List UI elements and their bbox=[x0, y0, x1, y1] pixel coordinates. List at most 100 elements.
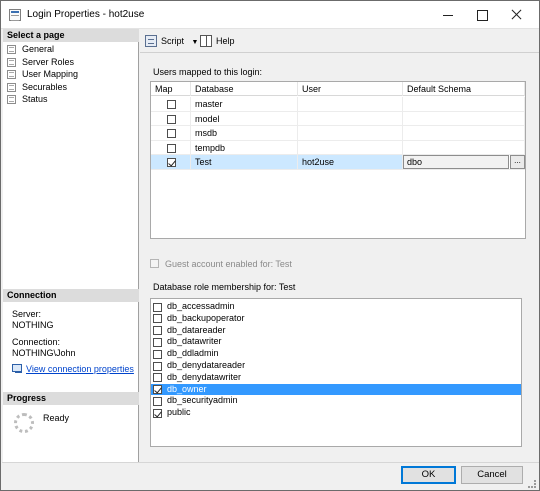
database-cell: msdb bbox=[191, 126, 298, 140]
help-button[interactable]: Help bbox=[200, 33, 235, 49]
view-connection-properties-row: View connection properties bbox=[12, 363, 134, 375]
role-label: public bbox=[167, 407, 191, 418]
grid-row-msdb[interactable]: msdb bbox=[151, 126, 525, 141]
database-cell: model bbox=[191, 111, 298, 126]
map-checkbox[interactable] bbox=[167, 158, 176, 167]
page-item-label: Securables bbox=[22, 81, 68, 92]
select-a-page-header: Select a page bbox=[3, 29, 139, 42]
database-cell: Test bbox=[191, 155, 298, 169]
role-item-public[interactable]: public bbox=[151, 407, 521, 419]
role-item-db-owner[interactable]: db_owner bbox=[151, 383, 521, 396]
maximize-button[interactable] bbox=[465, 1, 499, 29]
role-membership-label: Database role membership for: Test bbox=[153, 282, 296, 292]
guest-account-checkbox[interactable] bbox=[150, 259, 159, 268]
role-checkbox[interactable] bbox=[153, 326, 162, 336]
schema-cell[interactable] bbox=[403, 97, 525, 111]
role-item-db-datawriter[interactable]: db_datawriter bbox=[151, 336, 521, 348]
role-checkbox[interactable] bbox=[153, 396, 162, 406]
role-checkbox[interactable] bbox=[153, 385, 162, 395]
map-checkbox[interactable] bbox=[167, 143, 176, 153]
user-cell[interactable] bbox=[298, 126, 403, 140]
column-header-user: User bbox=[298, 82, 403, 96]
map-checkbox[interactable] bbox=[167, 114, 176, 124]
grid-row-model[interactable]: model bbox=[151, 111, 525, 126]
role-checkbox[interactable] bbox=[153, 373, 162, 383]
role-item-db-accessadmin[interactable]: db_accessadmin bbox=[151, 301, 521, 313]
role-label: db_denydatawriter bbox=[167, 371, 242, 382]
page-icon bbox=[7, 82, 16, 92]
login-properties-dialog: Login Properties - hot2use Select a page… bbox=[0, 0, 540, 491]
role-item-db-denydatawriter[interactable]: db_denydatawriter bbox=[151, 372, 521, 384]
page-item-general[interactable]: General bbox=[7, 43, 78, 56]
user-cell[interactable] bbox=[298, 111, 403, 126]
role-item-db-ddladmin[interactable]: db_ddladmin bbox=[151, 348, 521, 360]
script-button[interactable]: Script ▼ bbox=[145, 33, 198, 49]
page-icon bbox=[7, 70, 16, 79]
role-label: db_securityadmin bbox=[167, 395, 238, 406]
column-header-default-schema: Default Schema bbox=[403, 82, 525, 96]
role-checkbox[interactable] bbox=[153, 302, 162, 312]
role-label: db_backupoperator bbox=[167, 312, 245, 323]
role-item-db-securityadmin[interactable]: db_securityadmin bbox=[151, 395, 521, 407]
grid-row-test[interactable]: Test hot2use dbo ... bbox=[151, 155, 525, 170]
script-label: Script bbox=[161, 36, 185, 46]
close-button[interactable] bbox=[499, 1, 533, 29]
map-checkbox[interactable] bbox=[167, 100, 176, 109]
page-item-server-roles[interactable]: Server Roles bbox=[7, 56, 78, 69]
page-icon bbox=[7, 45, 16, 54]
schema-cell[interactable] bbox=[403, 111, 525, 126]
default-schema-field[interactable]: dbo bbox=[403, 155, 509, 169]
map-cell bbox=[151, 111, 191, 126]
role-label: db_ddladmin bbox=[167, 348, 219, 359]
role-item-db-datareader[interactable]: db_datareader bbox=[151, 325, 521, 337]
database-cell: tempdb bbox=[191, 140, 298, 155]
page-item-user-mapping[interactable]: User Mapping bbox=[7, 68, 78, 81]
role-label: db_datawriter bbox=[167, 336, 222, 347]
role-checkbox[interactable] bbox=[153, 361, 162, 371]
view-connection-properties-link[interactable]: View connection properties bbox=[26, 364, 134, 374]
progress-header: Progress bbox=[3, 392, 139, 405]
role-checkbox[interactable] bbox=[153, 408, 162, 418]
resize-grip-icon[interactable] bbox=[528, 480, 536, 488]
page-item-label: Status bbox=[22, 94, 48, 104]
page-item-securables[interactable]: Securables bbox=[7, 81, 78, 94]
help-book-icon bbox=[200, 35, 212, 47]
server-value: NOTHING bbox=[12, 320, 54, 330]
user-cell[interactable] bbox=[298, 97, 403, 111]
page-item-status[interactable]: Status bbox=[7, 93, 78, 106]
role-checkbox[interactable] bbox=[153, 314, 162, 324]
ok-button[interactable]: OK bbox=[401, 466, 456, 484]
progress-spinner-icon bbox=[14, 413, 34, 433]
page-icon bbox=[7, 95, 16, 104]
grid-row-master[interactable]: master bbox=[151, 97, 525, 112]
grid-header: Map Database User Default Schema bbox=[151, 82, 525, 96]
schema-cell[interactable] bbox=[403, 126, 525, 140]
role-item-db-denydatareader[interactable]: db_denydatareader bbox=[151, 360, 521, 372]
user-cell[interactable] bbox=[298, 140, 403, 155]
page-icon bbox=[7, 57, 16, 67]
user-cell[interactable]: hot2use bbox=[298, 155, 403, 169]
server-label: Server: bbox=[12, 309, 42, 319]
progress-status: Ready bbox=[43, 413, 70, 423]
role-label: db_accessadmin bbox=[167, 301, 235, 311]
chevron-down-icon[interactable]: ▼ bbox=[192, 35, 199, 51]
page-item-label: General bbox=[22, 44, 55, 54]
browse-schema-button[interactable]: ... bbox=[510, 155, 525, 169]
title-bar: Login Properties - hot2use bbox=[1, 1, 539, 29]
cancel-button[interactable]: Cancel bbox=[461, 466, 523, 484]
role-item-db-backupoperator[interactable]: db_backupoperator bbox=[151, 313, 521, 325]
role-label: db_datareader bbox=[167, 324, 226, 335]
role-checkbox[interactable] bbox=[153, 337, 162, 347]
window-icon bbox=[9, 9, 21, 21]
map-checkbox[interactable] bbox=[167, 129, 176, 138]
column-header-map: Map bbox=[151, 82, 191, 96]
grid-row-tempdb[interactable]: tempdb bbox=[151, 140, 525, 155]
database-cell: master bbox=[191, 97, 298, 111]
schema-cell[interactable] bbox=[403, 140, 525, 155]
map-cell bbox=[151, 126, 191, 140]
connection-label: Connection: bbox=[12, 337, 61, 347]
role-checkbox[interactable] bbox=[153, 349, 162, 359]
minimize-button[interactable] bbox=[431, 1, 465, 29]
left-pane: Select a page General Server Roles User … bbox=[3, 29, 139, 462]
connection-header: Connection bbox=[3, 289, 139, 302]
